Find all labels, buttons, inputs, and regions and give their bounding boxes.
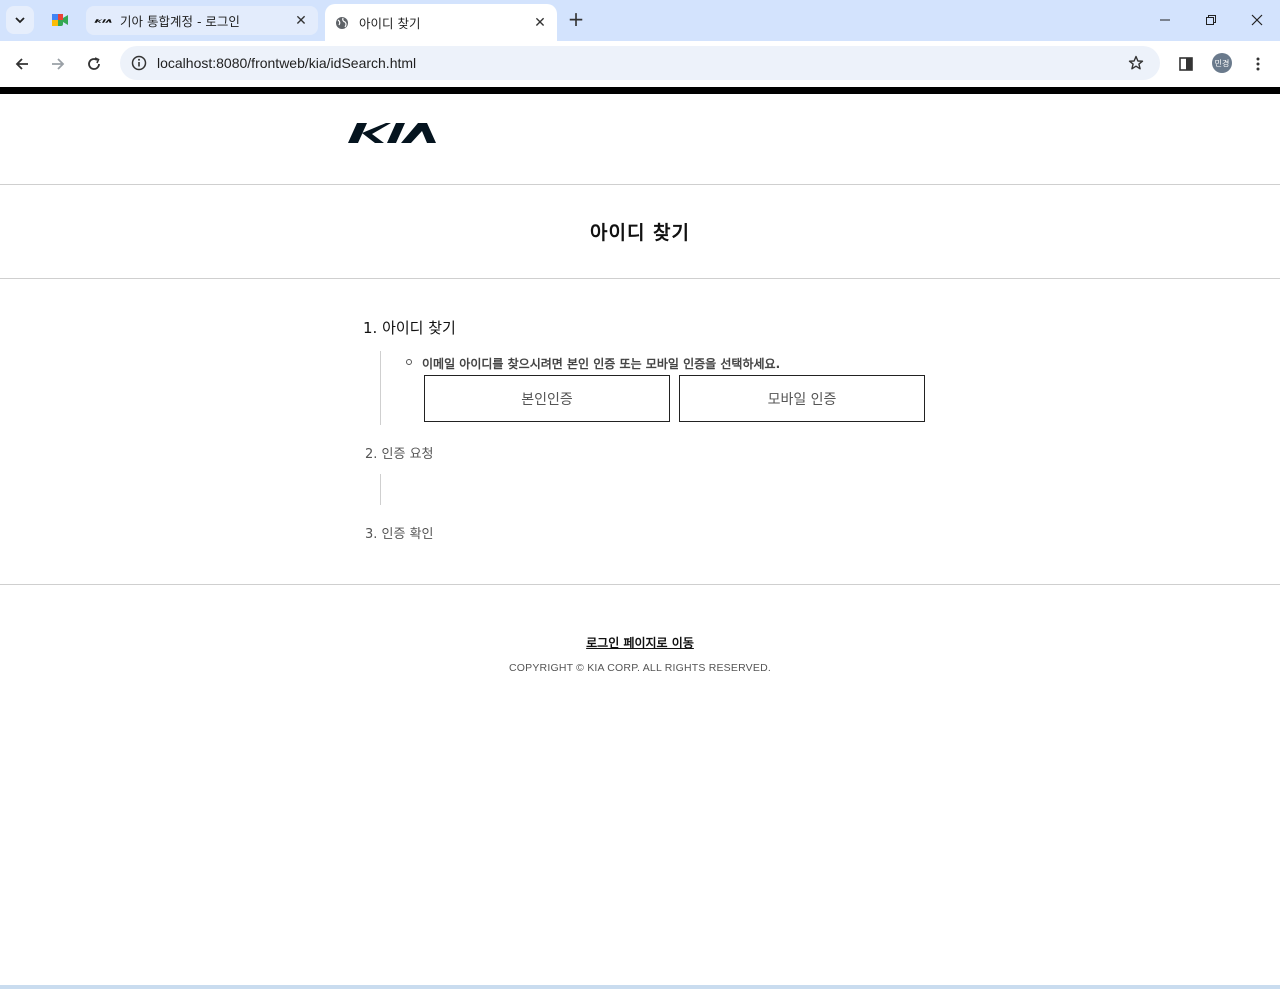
browser-tab-bar: 기아 통합계정 - 로그인 ✕ 아이디 찾기 ✕ + bbox=[0, 0, 1280, 41]
restore-icon bbox=[1206, 15, 1216, 25]
step-list: 1. 아이디 찾기 이메일 아이디를 찾으시려면 본인 인증 또는 모바일 인증… bbox=[363, 317, 963, 542]
back-button[interactable] bbox=[8, 50, 36, 78]
browser-toolbar: localhost:8080/frontweb/kia/idSearch.htm… bbox=[0, 41, 1280, 87]
url-text[interactable]: localhost:8080/frontweb/kia/idSearch.htm… bbox=[157, 55, 416, 71]
side-panel-icon bbox=[1179, 57, 1193, 71]
minimize-icon bbox=[1160, 19, 1170, 21]
chevron-down-icon bbox=[15, 17, 25, 24]
identity-verification-button[interactable]: 본인인증 bbox=[424, 375, 670, 422]
arrow-left-icon bbox=[15, 58, 28, 70]
close-icon bbox=[1251, 14, 1263, 26]
tab-title: 아이디 찾기 bbox=[359, 16, 421, 31]
bookmark-star-icon[interactable] bbox=[1126, 53, 1146, 73]
kia-logo[interactable] bbox=[347, 122, 437, 144]
side-panel-button[interactable] bbox=[1172, 50, 1200, 78]
tab-title: 기아 통합계정 - 로그인 bbox=[120, 14, 240, 29]
address-bar[interactable]: localhost:8080/frontweb/kia/idSearch.htm… bbox=[120, 46, 1160, 80]
tab-id-search[interactable]: 아이디 찾기 ✕ bbox=[325, 4, 557, 41]
profile-avatar[interactable]: 민경 bbox=[1212, 53, 1232, 73]
restore-button[interactable] bbox=[1188, 0, 1234, 40]
kia-logo-icon bbox=[94, 14, 112, 28]
arrow-right-icon bbox=[52, 58, 65, 70]
step-1-body: 이메일 아이디를 찾으시려면 본인 인증 또는 모바일 인증을 선택하세요. 본… bbox=[380, 351, 963, 425]
step-2-title: 2. 인증 요청 bbox=[365, 447, 434, 462]
step-2-body bbox=[380, 474, 963, 505]
minimize-button[interactable] bbox=[1142, 0, 1188, 40]
globe-icon bbox=[333, 16, 351, 30]
top-black-bar bbox=[0, 87, 1280, 94]
tab-kia-login[interactable]: 기아 통합계정 - 로그인 ✕ bbox=[86, 6, 318, 35]
page-title: 아이디 찾기 bbox=[589, 222, 690, 244]
browser-menu-button[interactable] bbox=[1244, 50, 1272, 78]
step-1-title: 1. 아이디 찾기 bbox=[363, 319, 456, 337]
close-window-button[interactable] bbox=[1234, 0, 1280, 40]
taskbar-edge bbox=[0, 985, 1280, 989]
title-section: 아이디 찾기 bbox=[0, 185, 1280, 279]
site-header bbox=[0, 94, 1280, 185]
more-vertical-icon bbox=[1256, 57, 1260, 71]
step-3-title: 3. 인증 확인 bbox=[365, 527, 434, 542]
forward-button[interactable] bbox=[44, 50, 72, 78]
close-tab-icon[interactable]: ✕ bbox=[531, 14, 549, 32]
reload-icon bbox=[88, 57, 100, 70]
web-page: 아이디 찾기 1. 아이디 찾기 이메일 아이디를 찾으시려면 본인 인증 또는… bbox=[0, 87, 1280, 985]
google-meet-icon bbox=[52, 14, 68, 26]
new-tab-button[interactable]: + bbox=[566, 9, 586, 30]
pinned-tab-meet[interactable] bbox=[44, 6, 76, 34]
reload-button[interactable] bbox=[80, 50, 108, 78]
copyright-text: COPYRIGHT © KIA CORP. ALL RIGHTS RESERVE… bbox=[509, 662, 771, 674]
site-info-icon[interactable] bbox=[128, 52, 150, 74]
close-tab-icon[interactable]: ✕ bbox=[292, 12, 310, 30]
site-footer: 로그인 페이지로 이동 COPYRIGHT © KIA CORP. ALL RI… bbox=[0, 584, 1280, 704]
step-1-instruction: 이메일 아이디를 찾으시려면 본인 인증 또는 모바일 인증을 선택하세요. bbox=[422, 357, 781, 371]
login-page-link[interactable]: 로그인 페이지로 이동 bbox=[0, 634, 1280, 651]
tab-search-button[interactable] bbox=[6, 6, 34, 34]
mobile-verification-button[interactable]: 모바일 인증 bbox=[679, 375, 925, 422]
